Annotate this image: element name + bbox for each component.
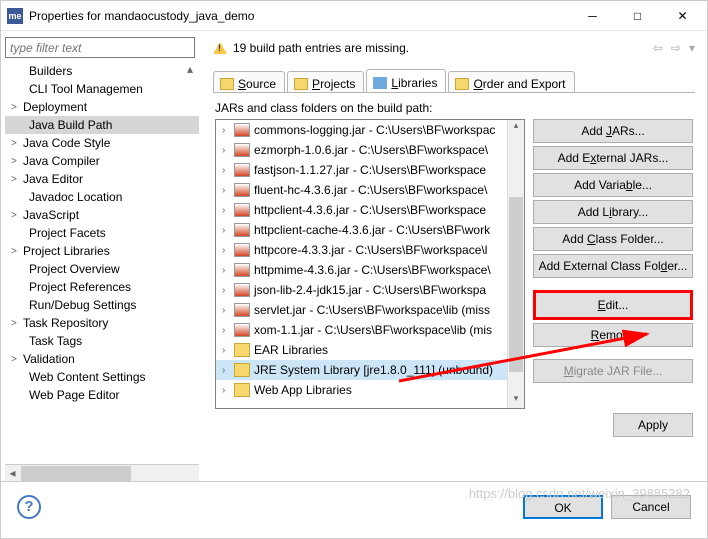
dropdown-icon[interactable]: ▾ (689, 41, 695, 55)
nav-item[interactable]: Java Build Path (5, 116, 199, 134)
jar-row[interactable]: ›JRE System Library [jre1.8.0_111] (unbo… (216, 360, 524, 380)
nav-item[interactable]: >Java Compiler (5, 152, 199, 170)
nav-item[interactable]: Web Page Editor (5, 386, 199, 404)
jar-row[interactable]: ›fluent-hc-4.3.6.jar - C:\Users\BF\works… (216, 180, 524, 200)
h-scrollbar[interactable]: ◂ (5, 464, 199, 481)
nav-item[interactable]: Builders (5, 62, 199, 80)
nav-item[interactable]: >Project Libraries (5, 242, 199, 260)
help-icon[interactable]: ? (17, 495, 41, 519)
cancel-button[interactable]: Cancel (611, 495, 691, 519)
nav-item[interactable]: Project Facets (5, 224, 199, 242)
nav-item[interactable]: Javadoc Location (5, 188, 199, 206)
jar-row[interactable]: ›xom-1.1.jar - C:\Users\BF\workspace\lib… (216, 320, 524, 340)
edit-button[interactable]: Edit... (533, 290, 693, 320)
v-scrollbar[interactable]: ▴ ▾ (507, 120, 524, 409)
app-icon: me (7, 8, 23, 24)
tab[interactable]: Order and Export (448, 71, 574, 92)
warning-icon (213, 42, 227, 54)
apply-button[interactable]: Apply (613, 413, 693, 437)
jar-icon (234, 243, 250, 257)
migrate-button: Migrate JAR File... (533, 359, 693, 383)
jar-row[interactable]: ›Web App Libraries (216, 380, 524, 400)
filter-input[interactable] (5, 37, 195, 58)
ok-button[interactable]: OK (523, 495, 603, 519)
nav-item[interactable]: >Java Code Style (5, 134, 199, 152)
jar-row[interactable]: ›httpmime-4.3.6.jar - C:\Users\BF\worksp… (216, 260, 524, 280)
jar-row[interactable]: ›ezmorph-1.0.6.jar - C:\Users\BF\workspa… (216, 140, 524, 160)
tab-icon (294, 78, 308, 90)
tab[interactable]: Source (213, 71, 285, 92)
nav-item[interactable]: >Deployment (5, 98, 199, 116)
add-class-folder-button[interactable]: Add Class Folder... (533, 227, 693, 251)
tab-icon (220, 78, 234, 90)
jars-desc: JARs and class folders on the build path… (215, 101, 693, 115)
window-title: Properties for mandaocustody_java_demo (29, 9, 570, 23)
tab[interactable]: Libraries (366, 69, 446, 92)
nav-item[interactable]: Task Tags (5, 332, 199, 350)
add-jars-button[interactable]: Add JARs... (533, 119, 693, 143)
nav-item[interactable]: Run/Debug Settings (5, 296, 199, 314)
jar-row[interactable]: ›httpclient-4.3.6.jar - C:\Users\BF\work… (216, 200, 524, 220)
nav-item[interactable]: Web Content Settings (5, 368, 199, 386)
jar-row[interactable]: ›servlet.jar - C:\Users\BF\workspace\lib… (216, 300, 524, 320)
jar-icon (234, 183, 250, 197)
add-external-class-folder-button[interactable]: Add External Class Folder... (533, 254, 693, 278)
minimize-button[interactable]: ─ (570, 1, 615, 30)
jar-row[interactable]: ›commons-logging.jar - C:\Users\BF\works… (216, 120, 524, 140)
tab-icon (373, 77, 387, 89)
jar-row[interactable]: ›httpclient-cache-4.3.6.jar - C:\Users\B… (216, 220, 524, 240)
close-button[interactable]: ✕ (660, 1, 705, 30)
jar-icon (234, 163, 250, 177)
jar-icon (234, 303, 250, 317)
jar-icon (234, 143, 250, 157)
jar-row[interactable]: ›fastjson-1.1.27.jar - C:\Users\BF\works… (216, 160, 524, 180)
nav-item[interactable]: >Validation (5, 350, 199, 368)
warning-text: 19 build path entries are missing. (233, 41, 409, 55)
back-icon[interactable]: ⇦ (653, 41, 663, 55)
nav-item[interactable]: >Java Editor (5, 170, 199, 188)
nav-tree[interactable]: BuildersCLI Tool Managemen>DeploymentJav… (5, 62, 199, 464)
library-icon (234, 363, 250, 377)
jar-row[interactable]: ›httpcore-4.3.3.jar - C:\Users\BF\worksp… (216, 240, 524, 260)
scroll-up-icon[interactable]: ▴ (183, 62, 197, 76)
jar-icon (234, 123, 250, 137)
nav-item[interactable]: Project References (5, 278, 199, 296)
jar-row[interactable]: ›EAR Libraries (216, 340, 524, 360)
library-icon (234, 383, 250, 397)
tab[interactable]: Projects (287, 71, 364, 92)
add-external-jars-button[interactable]: Add External JARs... (533, 146, 693, 170)
library-icon (234, 343, 250, 357)
jar-icon (234, 223, 250, 237)
maximize-button[interactable]: □ (615, 1, 660, 30)
nav-item[interactable]: Project Overview (5, 260, 199, 278)
nav-item[interactable]: >JavaScript (5, 206, 199, 224)
remove-button[interactable]: Remove (533, 323, 693, 347)
jar-row[interactable]: ›json-lib-2.4-jdk15.jar - C:\Users\BF\wo… (216, 280, 524, 300)
nav-item[interactable]: >Task Repository (5, 314, 199, 332)
forward-icon[interactable]: ⇨ (671, 41, 681, 55)
jar-icon (234, 323, 250, 337)
nav-item[interactable]: CLI Tool Managemen (5, 80, 199, 98)
jar-icon (234, 263, 250, 277)
add-library-button[interactable]: Add Library... (533, 200, 693, 224)
add-variable-button[interactable]: Add Variable... (533, 173, 693, 197)
jar-icon (234, 283, 250, 297)
tab-icon (455, 78, 469, 90)
jar-list[interactable]: ›commons-logging.jar - C:\Users\BF\works… (215, 119, 525, 409)
jar-icon (234, 203, 250, 217)
